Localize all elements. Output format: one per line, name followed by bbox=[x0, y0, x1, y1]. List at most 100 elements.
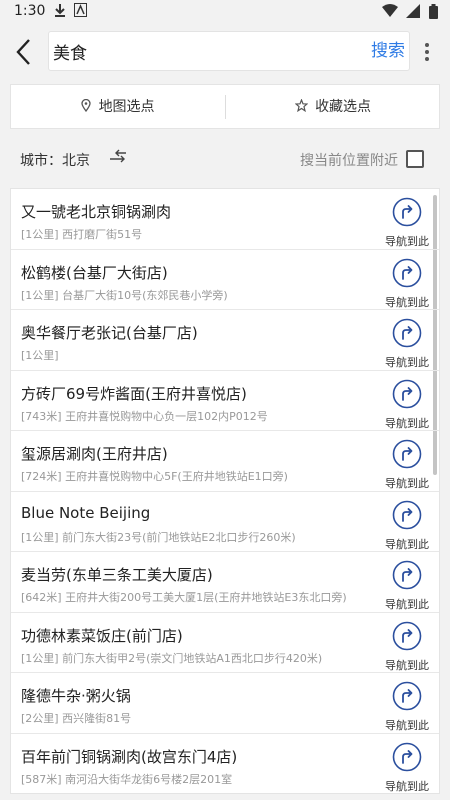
place-distance: [743米] bbox=[21, 409, 62, 423]
tab-map-pick[interactable]: 地图选点 bbox=[11, 85, 225, 129]
navigate-button[interactable]: 导航到此 bbox=[383, 318, 431, 370]
search-input[interactable] bbox=[53, 32, 353, 70]
place-distance: [724米] bbox=[21, 470, 62, 483]
place-name: 百年前门铜锅涮肉(故宫东门4店) bbox=[21, 747, 238, 766]
navigate-icon bbox=[392, 560, 422, 590]
navigate-label: 导航到此 bbox=[385, 416, 429, 430]
navigate-button[interactable]: 导航到此 bbox=[383, 197, 431, 249]
place-address: [1公里] 西打磨厂街51号 bbox=[21, 226, 142, 242]
nearby-checkbox[interactable] bbox=[406, 150, 424, 168]
place-distance: [587米] bbox=[21, 772, 62, 786]
navigate-icon bbox=[392, 318, 422, 348]
pick-mode-tabs: 地图选点 收藏选点 bbox=[10, 84, 440, 129]
place-name: 隆德牛杂·粥火锅 bbox=[21, 687, 131, 705]
result-row[interactable]: 麦当劳(东单三条工美大厦店) [642米] 王府井大街200号工美大厦1层(王府井… bbox=[11, 552, 439, 613]
search-box: 搜索 bbox=[48, 31, 410, 71]
navigate-button[interactable]: 导航到此 bbox=[383, 258, 431, 310]
navigate-icon bbox=[392, 197, 422, 227]
navigate-button[interactable]: 导航到此 bbox=[383, 500, 431, 552]
navigate-label: 导航到此 bbox=[385, 598, 429, 611]
battery-icon bbox=[429, 4, 438, 19]
status-bar: 1:30 bbox=[0, 0, 450, 24]
place-street: 王府井大街200号工美大厦1层(王府井地铁站E3东北口旁) bbox=[65, 591, 347, 604]
pin-icon bbox=[81, 98, 95, 115]
navigate-label: 导航到此 bbox=[385, 719, 429, 732]
signal-icon bbox=[405, 4, 420, 18]
place-distance: [1公里] bbox=[21, 530, 59, 544]
place-name: Blue Note Beijing bbox=[21, 503, 151, 522]
place-street: 前门东大街甲2号(崇文门地铁站A1西北口步行420米) bbox=[62, 651, 323, 665]
navigate-button[interactable]: 导航到此 bbox=[383, 439, 431, 491]
more-menu-icon[interactable] bbox=[420, 40, 434, 64]
navigate-label: 导航到此 bbox=[385, 295, 429, 309]
tab-favorite-pick[interactable]: 收藏选点 bbox=[226, 85, 440, 129]
place-address: [1公里] bbox=[21, 347, 59, 363]
place-address: [642米] 王府井大街200号工美大厦1层(王府井地铁站E3东北口旁) bbox=[21, 589, 347, 605]
result-row[interactable]: 奥华餐厅老张记(台基厂店) [1公里] 导航到此 bbox=[11, 310, 439, 371]
back-button[interactable] bbox=[10, 36, 40, 68]
place-distance: [1公里] bbox=[21, 228, 59, 241]
result-row[interactable]: 玺源居涮肉(王府井店) [724米] 王府井喜悦购物中心5F(王府井地铁站E1口旁… bbox=[11, 431, 439, 492]
city-selector[interactable]: 城市：北京 bbox=[20, 150, 90, 170]
navigate-icon bbox=[392, 500, 422, 529]
navigate-label: 导航到此 bbox=[385, 235, 429, 248]
result-row[interactable]: Blue Note Beijing [1公里] 前门东大街23号(前门地铁站E2北… bbox=[11, 492, 439, 552]
place-name: 功德林素菜饭庄(前门店) bbox=[21, 626, 183, 645]
place-address: [743米] 王府井喜悦购物中心负一层102内P012号 bbox=[21, 408, 268, 424]
place-name: 麦当劳(东单三条工美大厦店) bbox=[21, 566, 213, 584]
navigate-button[interactable]: 导航到此 bbox=[383, 681, 431, 733]
navigate-label: 导航到此 bbox=[385, 537, 429, 551]
result-row[interactable]: 方砖厂69号炸酱面(王府井喜悦店) [743米] 王府井喜悦购物中心负一层102内… bbox=[11, 371, 439, 431]
result-row[interactable]: 功德林素菜饭庄(前门店) [1公里] 前门东大街甲2号(崇文门地铁站A1西北口步行… bbox=[11, 613, 439, 673]
switch-city-icon[interactable] bbox=[108, 148, 128, 168]
place-distance: [1公里] bbox=[21, 651, 59, 665]
result-row[interactable]: 又一號老北京铜锅涮肉 [1公里] 西打磨厂街51号 导航到此 bbox=[11, 189, 439, 250]
navigate-label: 导航到此 bbox=[385, 658, 429, 672]
result-row[interactable]: 百年前门铜锅涮肉(故宫东门4店) [587米] 南河沿大街华龙街6号楼2层201室… bbox=[11, 734, 439, 794]
navigate-label: 导航到此 bbox=[385, 477, 429, 490]
navigate-icon bbox=[392, 379, 422, 408]
star-icon bbox=[294, 98, 312, 115]
navigate-icon bbox=[392, 439, 422, 469]
place-address: [1公里] 台基厂大街10号(东郊民巷小学旁) bbox=[21, 287, 228, 303]
place-distance: [1公里] bbox=[21, 288, 59, 302]
navigate-label: 导航到此 bbox=[385, 356, 429, 369]
download-icon bbox=[54, 3, 66, 22]
place-name: 奥华餐厅老张记(台基厂店) bbox=[21, 324, 198, 342]
filter-bar: 城市：北京 搜当前位置附近 bbox=[10, 138, 440, 182]
result-row[interactable]: 松鹤楼(台基厂大街店) [1公里] 台基厂大街10号(东郊民巷小学旁) 导航到此 bbox=[11, 250, 439, 310]
tab-map-pick-label: 地图选点 bbox=[98, 99, 155, 115]
navigate-icon bbox=[392, 742, 422, 771]
navigate-icon bbox=[392, 621, 422, 650]
navigate-button[interactable]: 导航到此 bbox=[383, 621, 431, 673]
place-distance: [642米] bbox=[21, 591, 62, 604]
top-bar: 搜索 bbox=[0, 24, 450, 80]
nearby-search-label: 搜当前位置附近 bbox=[300, 153, 398, 169]
navigate-label: 导航到此 bbox=[385, 779, 429, 793]
navigate-icon bbox=[392, 258, 422, 287]
place-name: 方砖厂69号炸酱面(王府井喜悦店) bbox=[21, 384, 247, 403]
place-street: 西打磨厂街51号 bbox=[62, 228, 143, 241]
search-button[interactable]: 搜索 bbox=[371, 39, 405, 63]
place-address: [587米] 南河沿大街华龙街6号楼2层201室 bbox=[21, 771, 232, 787]
place-street: 南河沿大街华龙街6号楼2层201室 bbox=[65, 772, 233, 786]
navigate-button[interactable]: 导航到此 bbox=[383, 560, 431, 612]
back-arrow-icon bbox=[16, 39, 30, 65]
result-list: 又一號老北京铜锅涮肉 [1公里] 西打磨厂街51号 导航到此 松鹤楼(台基厂大街店)[… bbox=[10, 188, 440, 794]
place-name: 玺源居涮肉(王府井店) bbox=[21, 445, 168, 463]
status-time: 1:30 bbox=[14, 3, 46, 19]
place-address: [2公里] 西兴隆街81号 bbox=[21, 710, 131, 726]
place-street: 前门东大街23号(前门地铁站E2北口步行260米) bbox=[62, 530, 296, 544]
place-name: 松鹤楼(台基厂大街店) bbox=[21, 263, 168, 282]
place-street: 王府井喜悦购物中心5F(王府井地铁站E1口旁) bbox=[65, 470, 288, 483]
app-icon bbox=[74, 3, 87, 22]
place-distance: [2公里] bbox=[21, 712, 59, 725]
navigate-button[interactable]: 导航到此 bbox=[383, 379, 431, 431]
navigate-icon bbox=[392, 681, 422, 711]
place-address: [1公里] 前门东大街23号(前门地铁站E2北口步行260米) bbox=[21, 529, 296, 545]
place-street: 西兴隆街81号 bbox=[62, 712, 132, 725]
result-row[interactable]: 隆德牛杂·粥火锅 [2公里] 西兴隆街81号导航到此 bbox=[11, 673, 439, 734]
navigate-button[interactable]: 导航到此 bbox=[383, 742, 431, 794]
place-address: [724米] 王府井喜悦购物中心5F(王府井地铁站E1口旁) bbox=[21, 468, 288, 484]
place-address: [1公里] 前门东大街甲2号(崇文门地铁站A1西北口步行420米) bbox=[21, 650, 322, 666]
